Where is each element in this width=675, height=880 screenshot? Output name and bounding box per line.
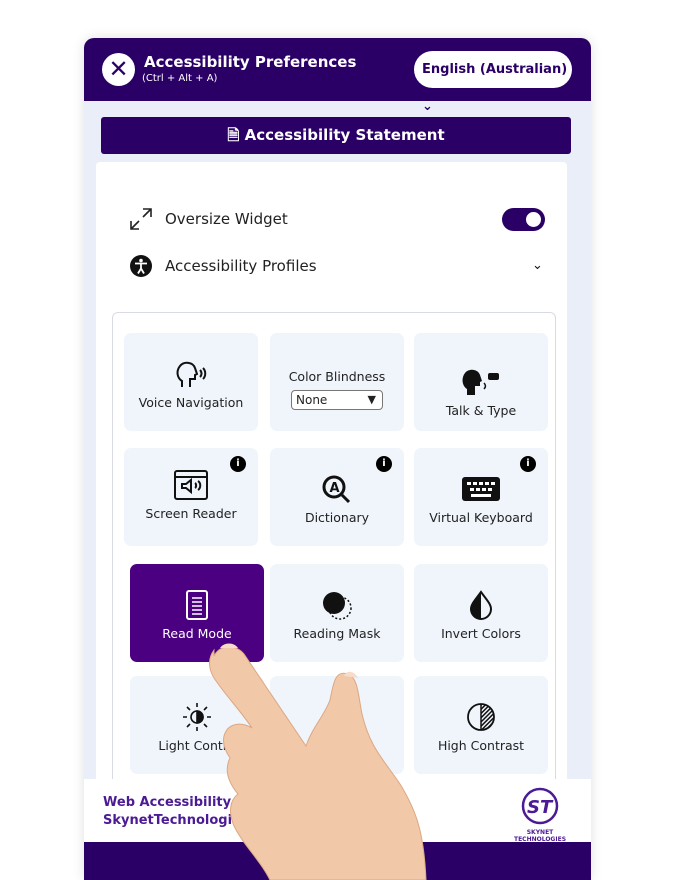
- tile-label: Read Mode: [162, 626, 232, 641]
- speaking-head-icon: [176, 361, 207, 387]
- chevron-down-icon[interactable]: ⌄: [532, 258, 543, 273]
- tile-read-mode-active[interactable]: Read Mode: [130, 564, 264, 662]
- tile-invert-colors[interactable]: Invert Colors: [414, 564, 548, 662]
- tile-dictionary[interactable]: i A Dictionary: [270, 448, 404, 546]
- oversize-widget-toggle[interactable]: [502, 208, 545, 231]
- tile-voice-navigation[interactable]: Voice Navigation: [124, 333, 258, 431]
- tile-light-contrast[interactable]: Light Contra: [130, 676, 264, 774]
- skynet-logo-mark: ST: [521, 787, 559, 825]
- tile-high-contrast[interactable]: High Contrast: [414, 676, 548, 774]
- tile-label: High Contrast: [437, 738, 525, 753]
- tile-label: Invert Colors: [441, 626, 521, 641]
- info-icon[interactable]: i: [376, 456, 392, 472]
- feature-grid: Voice Navigation Color Blindness None ▼ T…: [112, 312, 556, 832]
- half-circle-contrast-icon: [467, 703, 495, 731]
- select-value: None: [296, 393, 328, 407]
- triangle-down-icon: ▼: [367, 393, 376, 406]
- tile-virtual-keyboard[interactable]: i Virtual Keyboard: [414, 448, 548, 546]
- panel-title: Accessibility Preferences: [144, 53, 357, 71]
- statement-label: Accessibility Statement: [244, 126, 445, 144]
- tile-screen-reader[interactable]: i Screen Reader: [124, 448, 258, 546]
- keyboard-icon: [462, 477, 500, 501]
- tile-label: Dictionary: [304, 510, 370, 525]
- svg-text:ST: ST: [527, 797, 554, 818]
- info-icon[interactable]: i: [520, 456, 536, 472]
- footer-line-2: SkynetTechnologi: [103, 813, 233, 828]
- tile-label: Voice Navigation: [138, 395, 244, 410]
- tile-color-blindness: Color Blindness None ▼: [270, 333, 404, 431]
- close-icon[interactable]: ✕: [102, 53, 135, 86]
- oversize-widget-row: Oversize Widget: [129, 207, 288, 231]
- footer: Web Accessibility S SkynetTechnologi ST S…: [84, 779, 591, 843]
- document-icon: 🗎: [227, 126, 245, 144]
- tile-talk-type[interactable]: Talk & Type: [414, 333, 548, 431]
- tile-label: Light Contra: [158, 738, 236, 753]
- skynet-logo[interactable]: ST SKYNET TECHNOLOGIES: [504, 787, 576, 843]
- reading-mask-icon: [323, 592, 352, 620]
- dictionary-search-icon: A: [322, 475, 351, 504]
- tile-label: Reading Mask: [293, 626, 381, 641]
- accessibility-profiles-row[interactable]: Accessibility Profiles: [129, 254, 317, 278]
- invert-drop-icon: [469, 590, 493, 620]
- language-select[interactable]: English (Australian) ⌄: [414, 51, 572, 114]
- tile-reading-mask[interactable]: Reading Mask: [270, 564, 404, 662]
- language-value: English (Australian): [422, 62, 568, 77]
- settings-card: Oversize Widget Accessibility Profiles ⌄…: [96, 162, 567, 832]
- document-lines-icon: [186, 590, 208, 620]
- accessibility-profiles-label: Accessibility Profiles: [165, 257, 317, 275]
- footer-line-1: Web Accessibility S: [103, 795, 245, 810]
- accessibility-statement-button[interactable]: 🗎 Accessibility Statement: [101, 117, 571, 154]
- tile-label: Virtual Keyboard: [429, 510, 533, 525]
- svg-text:A: A: [330, 481, 340, 496]
- tile-label: Screen Reader: [145, 506, 237, 521]
- shortcut-hint: (Ctrl + Alt + A): [142, 73, 218, 84]
- bottom-bar: [84, 842, 591, 880]
- accessibility-person-icon: [130, 255, 152, 277]
- tile-label: Talk & Type: [445, 403, 517, 418]
- accessibility-panel: ✕ Accessibility Preferences (Ctrl + Alt …: [84, 38, 591, 880]
- tile-label: Color Blindness: [288, 369, 386, 384]
- tile-label: nt: [350, 738, 364, 753]
- screen-reader-icon: [174, 470, 208, 500]
- moon-icon: [326, 703, 350, 730]
- header: ✕ Accessibility Preferences (Ctrl + Alt …: [84, 38, 591, 114]
- footer-credit[interactable]: Web Accessibility S SkynetTechnologi: [103, 794, 245, 830]
- chevron-down-icon: ⌄: [422, 99, 433, 114]
- info-icon[interactable]: i: [230, 456, 246, 472]
- expand-icon: [130, 208, 152, 230]
- tile-dark-contrast[interactable]: nt: [270, 676, 404, 774]
- oversize-widget-label: Oversize Widget: [165, 210, 288, 228]
- talk-type-icon: [462, 369, 499, 395]
- color-blindness-select[interactable]: None ▼: [291, 390, 383, 410]
- logo-text: SKYNET TECHNOLOGIES: [513, 829, 567, 843]
- sun-contrast-icon: [183, 703, 211, 731]
